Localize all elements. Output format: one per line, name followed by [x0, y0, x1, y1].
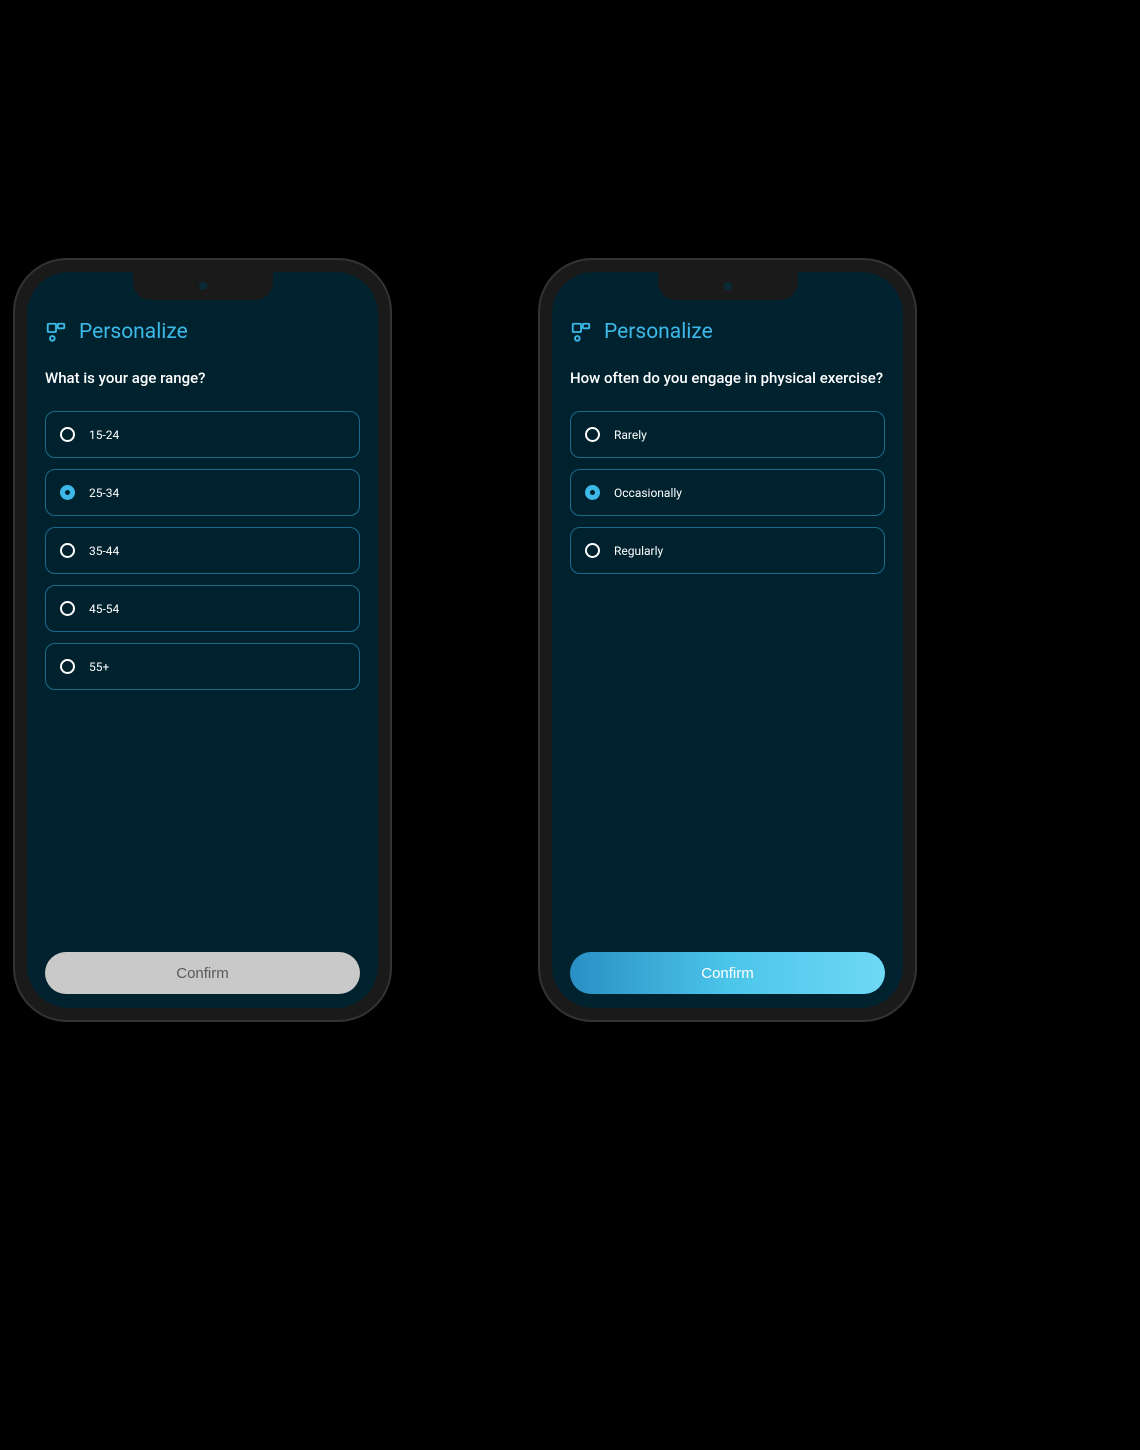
- option-label: 45-54: [89, 602, 119, 616]
- option-exercise-regularly[interactable]: Regularly: [570, 527, 885, 574]
- device-notch: [658, 272, 798, 300]
- option-label: Rarely: [614, 428, 647, 442]
- header-title: Personalize: [79, 320, 188, 344]
- option-label: 55+: [89, 660, 109, 674]
- app-content: Personalize What is your age range? 15-2…: [27, 272, 378, 1008]
- radio-icon: [585, 427, 600, 442]
- option-age-15-24[interactable]: 15-24: [45, 411, 360, 458]
- personalize-icon: [570, 321, 592, 343]
- option-label: Regularly: [614, 544, 663, 558]
- option-label: 35-44: [89, 544, 119, 558]
- option-age-55-plus[interactable]: 55+: [45, 643, 360, 690]
- radio-icon: [60, 659, 75, 674]
- confirm-button[interactable]: Confirm: [45, 952, 360, 994]
- option-age-25-34[interactable]: 25-34: [45, 469, 360, 516]
- radio-icon: [60, 601, 75, 616]
- phone-mockup-left: Personalize What is your age range? 15-2…: [15, 260, 390, 1020]
- device-notch: [133, 272, 273, 300]
- option-label: 15-24: [89, 428, 119, 442]
- option-age-35-44[interactable]: 35-44: [45, 527, 360, 574]
- radio-icon: [585, 543, 600, 558]
- option-exercise-occasionally[interactable]: Occasionally: [570, 469, 885, 516]
- radio-icon: [60, 427, 75, 442]
- option-label: Occasionally: [614, 486, 682, 500]
- option-exercise-rarely[interactable]: Rarely: [570, 411, 885, 458]
- screen: Personalize What is your age range? 15-2…: [27, 272, 378, 1008]
- options-list: Rarely Occasionally Regularly: [570, 411, 885, 574]
- radio-icon: [60, 543, 75, 558]
- app-content: Personalize How often do you engage in p…: [552, 272, 903, 1008]
- question-text: What is your age range?: [45, 368, 360, 389]
- radio-icon: [585, 485, 600, 500]
- header: Personalize: [570, 320, 885, 344]
- options-list: 15-24 25-34 35-44 45-54 55+: [45, 411, 360, 690]
- header: Personalize: [45, 320, 360, 344]
- phone-mockup-right: Personalize How often do you engage in p…: [540, 260, 915, 1020]
- header-title: Personalize: [604, 320, 713, 344]
- option-label: 25-34: [89, 486, 119, 500]
- confirm-button[interactable]: Confirm: [570, 952, 885, 994]
- option-age-45-54[interactable]: 45-54: [45, 585, 360, 632]
- radio-icon: [60, 485, 75, 500]
- personalize-icon: [45, 321, 67, 343]
- screen: Personalize How often do you engage in p…: [552, 272, 903, 1008]
- question-text: How often do you engage in physical exer…: [570, 368, 885, 389]
